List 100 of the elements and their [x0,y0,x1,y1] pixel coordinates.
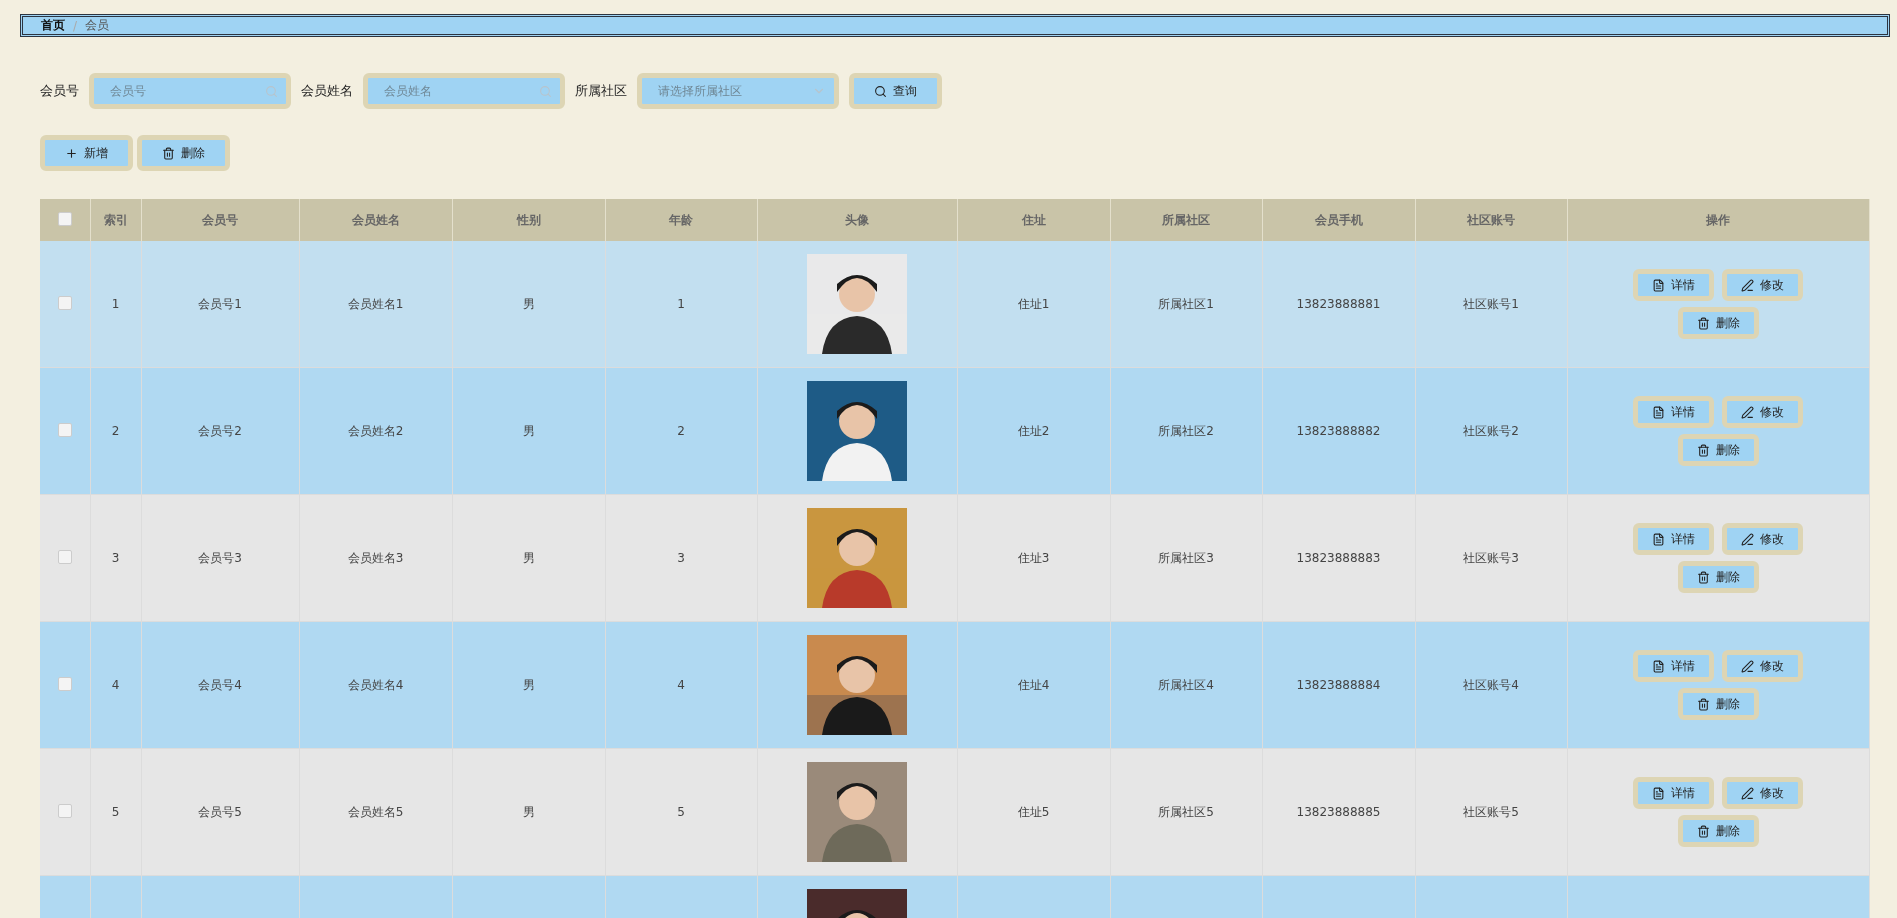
field-label: 会员号 [40,82,79,100]
delete-button[interactable]: 删除 [1677,815,1759,847]
select-field[interactable]: 请选择所属社区 [637,73,839,109]
document-icon [1652,532,1665,546]
table-cell: 13823888883 [1296,551,1381,565]
pen-icon [1741,786,1754,800]
search-button[interactable]: 查询 [849,73,942,109]
delete-button[interactable]: 删除 [1677,688,1759,720]
table-cell: 13823888884 [1296,678,1381,692]
table-cell: 2 [111,424,120,438]
table-cell: 1 [677,297,685,311]
table-cell: 5 [677,805,685,819]
document-icon [1652,405,1665,419]
table-cell: 会员号4 [198,677,242,692]
pen-icon [1741,532,1754,546]
table-cell: 13823888881 [1296,297,1381,311]
table-cell: 社区账号4 [1463,677,1519,692]
detail-button[interactable]: 详情 [1633,650,1714,682]
delete-button[interactable]: 删除 [137,135,230,171]
table-cell: 1 [111,297,120,311]
breadcrumb-item[interactable]: 首页 [41,17,65,34]
delete-button[interactable]: 删除 [1677,434,1759,466]
column-header: 住址 [1021,212,1046,227]
column-header: 会员手机 [1314,212,1363,227]
table-cell: 男 [522,804,535,819]
column-header: 所属社区 [1162,212,1210,227]
detail-button[interactable]: 详情 [1633,523,1714,555]
column-header: 社区账号 [1467,212,1515,227]
table-cell: 会员姓名4 [347,677,404,692]
select-all-checkbox[interactable] [57,211,72,226]
table-cell: 所属社区5 [1158,804,1214,819]
trash-icon [1696,570,1710,584]
pen-icon [1741,278,1754,292]
pen-icon [1741,659,1754,673]
row-checkbox[interactable] [57,803,72,818]
table-cell: 住址2 [1017,423,1050,438]
row-checkbox[interactable] [57,295,72,310]
row-checkbox[interactable] [57,549,72,564]
search-icon [539,84,552,98]
search-field[interactable]: 会员号 [89,73,291,109]
search-field[interactable]: 会员姓名 [382,83,539,99]
table-cell: 会员姓名3 [347,550,404,565]
row-checkbox[interactable] [57,422,72,437]
edit-button[interactable]: 修改 [1722,523,1803,555]
breadcrumb-item[interactable]: 会员 [85,17,110,34]
edit-button[interactable]: 修改 [1722,777,1803,809]
table-cell: 4 [677,678,685,692]
edit-button[interactable]: 修改 [1722,269,1803,301]
table-cell: 5 [111,805,120,819]
table-cell: 所属社区4 [1158,677,1214,692]
column-header: 索引 [103,212,128,227]
column-header: 会员号 [202,212,238,227]
table-cell: 4 [111,678,120,692]
edit-button[interactable]: 修改 [1722,650,1803,682]
document-icon [1652,786,1665,800]
column-header: 会员姓名 [351,212,400,227]
table-cell: 会员号5 [198,804,242,819]
search-field[interactable]: 会员号 [108,83,265,99]
trash-icon [1696,697,1710,711]
column-header: 头像 [845,212,869,227]
select-field[interactable]: 请选择所属社区 [656,83,812,99]
table-cell: 会员姓名2 [347,423,404,438]
trash-icon [1696,316,1710,330]
table-cell: 所属社区1 [1158,296,1214,311]
delete-button[interactable]: 删除 [1677,561,1759,593]
breadcrumb-separator: / [73,18,78,33]
table-cell: 住址5 [1017,804,1050,819]
table-cell: 2 [677,424,685,438]
trash-icon [1696,824,1710,838]
trash-icon [162,146,175,160]
add-button[interactable]: 新增 [40,135,133,171]
search-field[interactable]: 会员姓名 [363,73,565,109]
row-checkbox[interactable] [57,676,72,691]
trash-icon [1696,443,1710,457]
plus-icon [65,146,78,160]
table-cell: 会员号2 [198,423,242,438]
table-cell: 13823888885 [1296,805,1381,819]
pen-icon [1741,405,1754,419]
field-label: 会员姓名 [301,82,353,100]
table-cell: 会员号1 [198,296,242,311]
delete-button[interactable]: 删除 [1677,307,1759,339]
table-cell: 住址4 [1017,677,1050,692]
table-cell: 男 [522,423,535,438]
field-label: 所属社区 [575,82,627,100]
table-cell: 住址1 [1017,296,1050,311]
table-cell: 男 [522,296,535,311]
detail-button[interactable]: 详情 [1633,269,1714,301]
search-icon [265,84,278,98]
edit-button[interactable]: 修改 [1722,396,1803,428]
table-cell: 所属社区2 [1158,423,1214,438]
search-icon [874,84,887,98]
table-cell: 住址3 [1017,550,1050,565]
column-header: 操作 [1706,212,1730,227]
table-cell: 社区账号1 [1463,296,1519,311]
table-cell: 社区账号3 [1463,550,1519,565]
document-icon [1652,659,1665,673]
detail-button[interactable]: 详情 [1633,777,1714,809]
detail-button[interactable]: 详情 [1633,396,1714,428]
table-cell: 会员号3 [198,550,242,565]
table-cell: 13823888882 [1296,424,1381,438]
